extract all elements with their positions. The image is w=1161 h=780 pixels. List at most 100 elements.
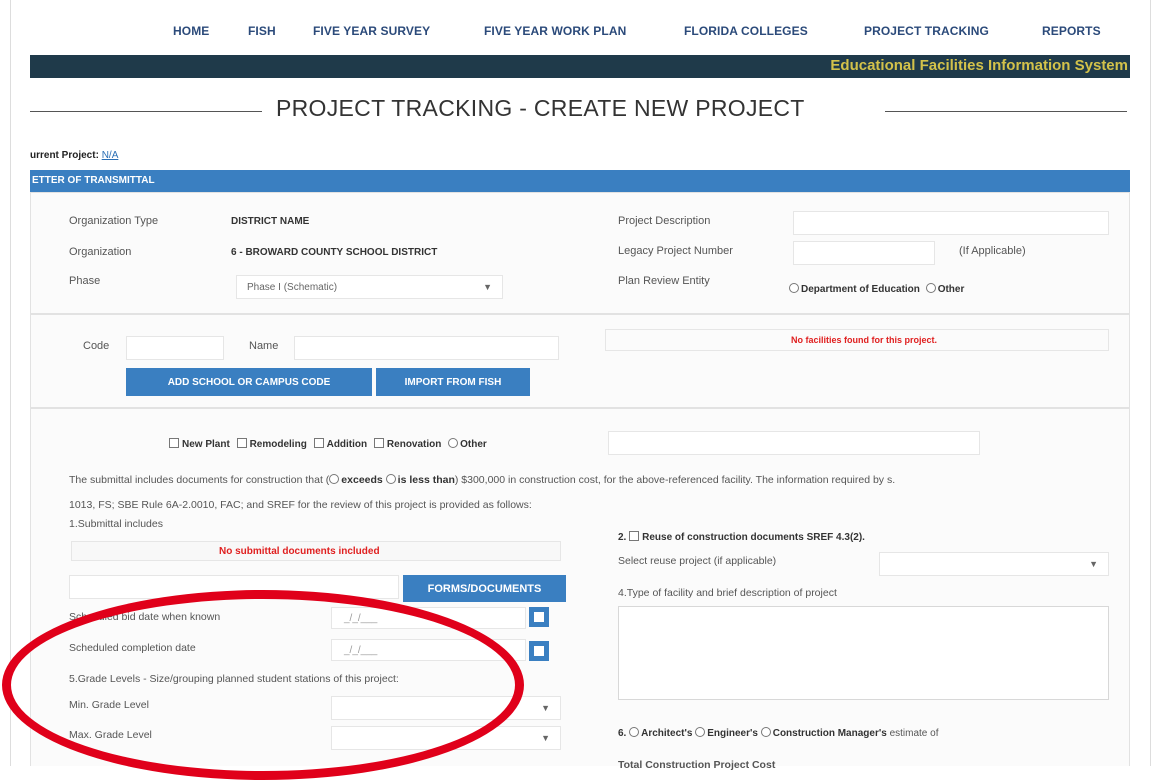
construction-panel: New Plant Remodeling Addition Renovation… bbox=[30, 408, 1130, 771]
statement-prefix: The submittal includes documents for con… bbox=[69, 474, 330, 486]
reuse-heading: 2. Reuse of construction documents SREF … bbox=[618, 531, 865, 543]
radio-architect[interactable] bbox=[629, 727, 640, 737]
option-architect: Architect's bbox=[641, 728, 693, 739]
chevron-down-icon: ▼ bbox=[483, 282, 492, 292]
phase-select-value: Phase I (Schematic) bbox=[247, 282, 338, 293]
min-grade-label: Min. Grade Level bbox=[69, 699, 149, 711]
checkbox-new-plant[interactable] bbox=[169, 438, 179, 448]
checkbox-addition[interactable] bbox=[313, 438, 324, 448]
review-option-other: Other bbox=[937, 284, 965, 295]
nav-project-tracking[interactable]: PROJECT TRACKING bbox=[864, 24, 989, 38]
statement-suffix: ) $300,000 in construction cost, for the… bbox=[454, 474, 896, 486]
grade-levels-label: 5.Grade Levels - Size/grouping planned s… bbox=[69, 673, 399, 685]
checkbox-remodeling[interactable] bbox=[236, 438, 247, 448]
bid-date-placeholder: _/_/___ bbox=[344, 613, 378, 624]
organization-panel: Organization Type DISTRICT NAME Organiza… bbox=[30, 192, 1130, 314]
review-entity-label: Plan Review Entity bbox=[618, 275, 710, 287]
bid-date-label: Scheduled bid date when known bbox=[69, 611, 221, 623]
max-grade-select[interactable]: ▼ bbox=[331, 726, 561, 750]
statement-line-2: 1013, FS; SBE Rule 6A-2.0010, FAC; and S… bbox=[69, 499, 532, 511]
radio-construction-manager[interactable] bbox=[760, 727, 771, 737]
name-input[interactable] bbox=[294, 336, 559, 360]
option-construction-manager: Construction Manager's bbox=[772, 728, 887, 739]
name-label: Name bbox=[249, 340, 279, 352]
total-cost-label: Total Construction Project Cost bbox=[618, 759, 776, 771]
phase-select[interactable]: Phase I (Schematic) ▼ bbox=[236, 275, 503, 299]
title-rule-right bbox=[885, 111, 1127, 112]
nav-florida-colleges[interactable]: FLORIDA COLLEGES bbox=[684, 24, 808, 38]
radio-less-than[interactable] bbox=[385, 474, 396, 484]
nav-five-year-work-plan[interactable]: FIVE YEAR WORK PLAN bbox=[484, 24, 626, 38]
radio-doe[interactable] bbox=[789, 283, 799, 293]
code-label: Code bbox=[83, 340, 110, 352]
current-project-label: urrent Project: bbox=[30, 150, 99, 161]
radio-engineer[interactable] bbox=[695, 727, 706, 737]
chevron-down-icon: ▼ bbox=[1089, 559, 1098, 569]
completion-date-placeholder: _/_/___ bbox=[344, 645, 378, 656]
type-addition: Addition bbox=[326, 439, 368, 450]
reuse-number: 2. bbox=[618, 532, 627, 543]
section-header: ETTER OF TRANSMITTAL bbox=[30, 170, 1130, 192]
radio-other-type[interactable] bbox=[448, 438, 459, 448]
facility-description-textarea[interactable] bbox=[618, 606, 1109, 700]
submittal-label: 1.Submittal includes bbox=[69, 518, 163, 530]
nav-home[interactable]: HOME bbox=[173, 24, 209, 38]
type-renovation: Renovation bbox=[386, 439, 442, 450]
option-exceeds: exceeds bbox=[341, 474, 383, 486]
bid-date-calendar-icon[interactable] bbox=[529, 607, 549, 627]
legacy-hint: (If Applicable) bbox=[959, 245, 1026, 257]
other-type-input[interactable] bbox=[608, 431, 980, 455]
completion-date-label: Scheduled completion date bbox=[69, 642, 196, 654]
legacy-number-input[interactable] bbox=[793, 241, 935, 265]
forms-documents-select[interactable] bbox=[69, 575, 399, 599]
legacy-number-label: Legacy Project Number bbox=[618, 245, 733, 257]
reuse-label: Reuse of construction documents SREF 4.3… bbox=[642, 532, 865, 543]
add-school-code-button[interactable]: ADD SCHOOL OR CAMPUS CODE bbox=[126, 368, 372, 396]
max-grade-label: Max. Grade Level bbox=[69, 729, 152, 741]
review-option-doe: Department of Education bbox=[801, 284, 920, 295]
nav-five-year-survey[interactable]: FIVE YEAR SURVEY bbox=[313, 24, 430, 38]
page-title: PROJECT TRACKING - CREATE NEW PROJECT bbox=[276, 95, 805, 121]
current-project-link[interactable]: N/A bbox=[102, 150, 119, 161]
forms-documents-button[interactable]: FORMS/DOCUMENTS bbox=[403, 575, 566, 602]
project-description-input[interactable] bbox=[793, 211, 1109, 235]
title-rule-left bbox=[30, 111, 262, 112]
current-project: urrent Project: N/A bbox=[30, 150, 118, 161]
no-facilities-message: No facilities found for this project. bbox=[791, 335, 938, 345]
no-submittal-message: No submittal documents included bbox=[219, 546, 380, 557]
radio-other[interactable] bbox=[925, 283, 936, 293]
construction-statement: The submittal includes documents for con… bbox=[69, 474, 895, 486]
construction-type-options: New Plant Remodeling Addition Renovation… bbox=[169, 438, 487, 450]
import-from-fish-button[interactable]: IMPORT FROM FISH bbox=[376, 368, 530, 396]
estimate-heading: 6. Architect's Engineer's Construction M… bbox=[618, 727, 938, 739]
org-type-label: Organization Type bbox=[69, 215, 159, 227]
checkbox-renovation[interactable] bbox=[373, 438, 384, 448]
radio-exceeds[interactable] bbox=[329, 474, 340, 484]
org-label: Organization bbox=[69, 246, 132, 258]
option-engineer: Engineer's bbox=[707, 728, 758, 739]
completion-date-calendar-icon[interactable] bbox=[529, 641, 549, 661]
type-other: Other bbox=[460, 439, 487, 450]
review-entity-options: Department of Education Other bbox=[789, 283, 964, 295]
type-remodeling: Remodeling bbox=[249, 439, 307, 450]
nav-reports[interactable]: REPORTS bbox=[1042, 24, 1101, 38]
facility-type-label: 4.Type of facility and brief description… bbox=[618, 587, 837, 599]
estimate-number: 6. bbox=[618, 728, 627, 739]
min-grade-select[interactable]: ▼ bbox=[331, 696, 561, 720]
org-value: 6 - BROWARD COUNTY SCHOOL DISTRICT bbox=[231, 247, 438, 258]
project-description-label: Project Description bbox=[618, 215, 711, 227]
reuse-select-label: Select reuse project (if applicable) bbox=[618, 555, 777, 567]
option-less-than: is less than bbox=[397, 474, 455, 486]
estimate-suffix: estimate of bbox=[889, 728, 939, 739]
org-type-value: DISTRICT NAME bbox=[231, 216, 310, 227]
nav-fish[interactable]: FISH bbox=[248, 24, 276, 38]
banner-text: Educational Facilities Information Syste… bbox=[830, 57, 1128, 74]
facility-panel: Code Name ADD SCHOOL OR CAMPUS CODE IMPO… bbox=[30, 314, 1130, 408]
type-new-plant: New Plant bbox=[182, 439, 230, 450]
checkbox-reuse[interactable] bbox=[629, 531, 640, 541]
phase-label: Phase bbox=[69, 275, 101, 287]
reuse-project-select[interactable]: ▼ bbox=[879, 552, 1109, 576]
site-banner: Educational Facilities Information Syste… bbox=[30, 55, 1130, 78]
chevron-down-icon: ▼ bbox=[541, 733, 550, 743]
code-input[interactable] bbox=[126, 336, 224, 360]
